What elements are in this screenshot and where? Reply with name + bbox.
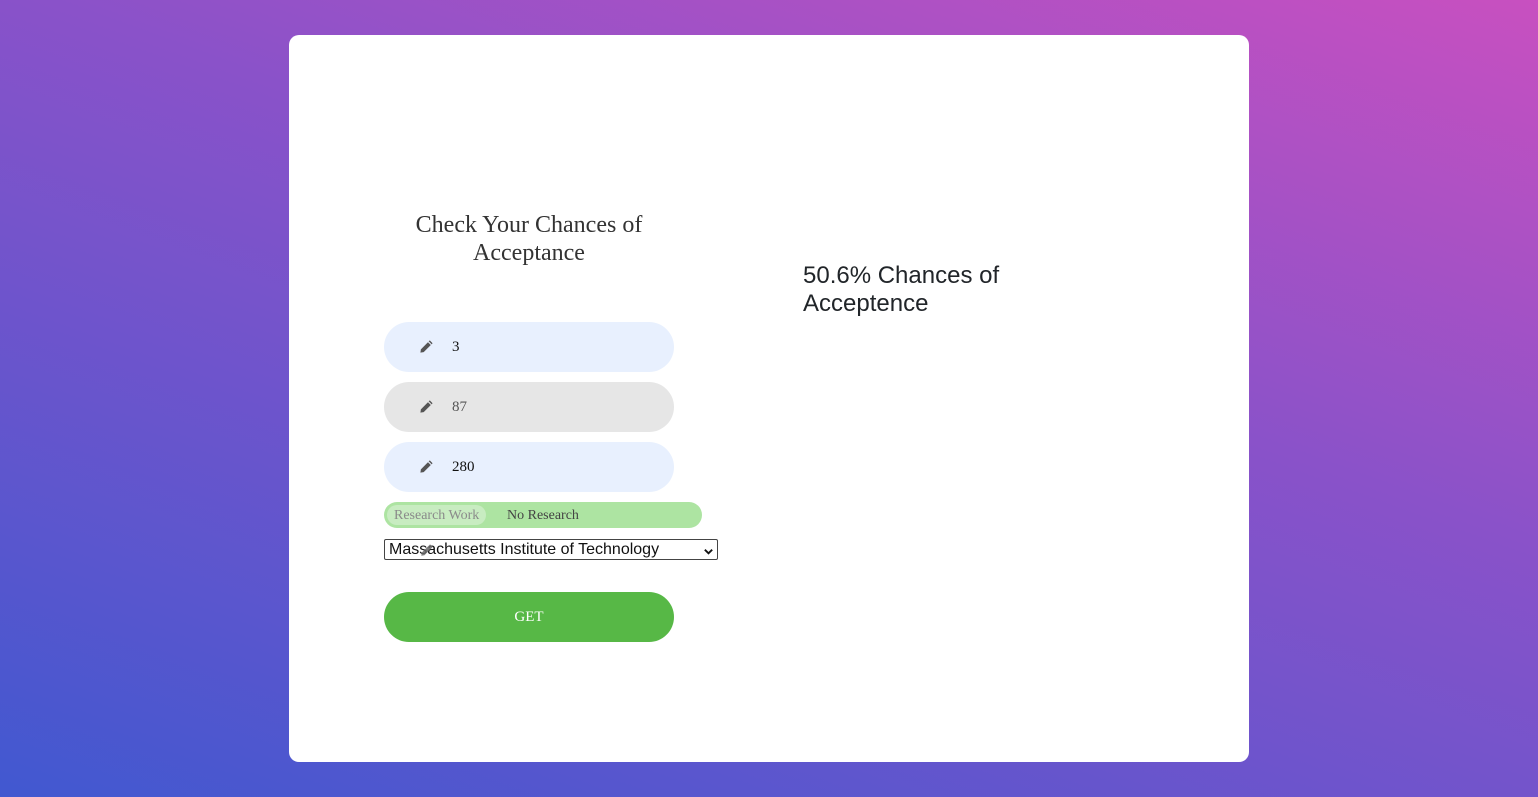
university-select[interactable]: Massachusetts Institute of Technology	[384, 539, 718, 560]
input-value-1[interactable]: 3	[452, 322, 460, 372]
pencil-icon	[419, 399, 434, 414]
result-text: 50.6% Chances of Acceptence	[803, 262, 1000, 317]
pencil-icon	[420, 543, 434, 557]
get-button[interactable]: GET	[384, 592, 674, 642]
chevron-down-icon	[703, 544, 714, 555]
pencil-icon	[419, 339, 434, 354]
research-work-option[interactable]: Research Work	[387, 505, 487, 525]
form-card: Check Your Chances of Acceptance 3 87 28…	[289, 35, 1249, 762]
input-value-2[interactable]: 87	[452, 382, 467, 432]
input-field-2[interactable]: 87	[384, 382, 674, 432]
no-research-option[interactable]: No Research	[507, 502, 579, 529]
pencil-icon	[419, 459, 434, 474]
page-title: Check Your Chances of Acceptance	[415, 212, 643, 266]
research-toggle[interactable]: Research Work No Research	[384, 502, 702, 528]
input-field-3[interactable]: 280	[384, 442, 674, 492]
input-value-3[interactable]: 280	[452, 442, 475, 492]
input-field-1[interactable]: 3	[384, 322, 674, 372]
